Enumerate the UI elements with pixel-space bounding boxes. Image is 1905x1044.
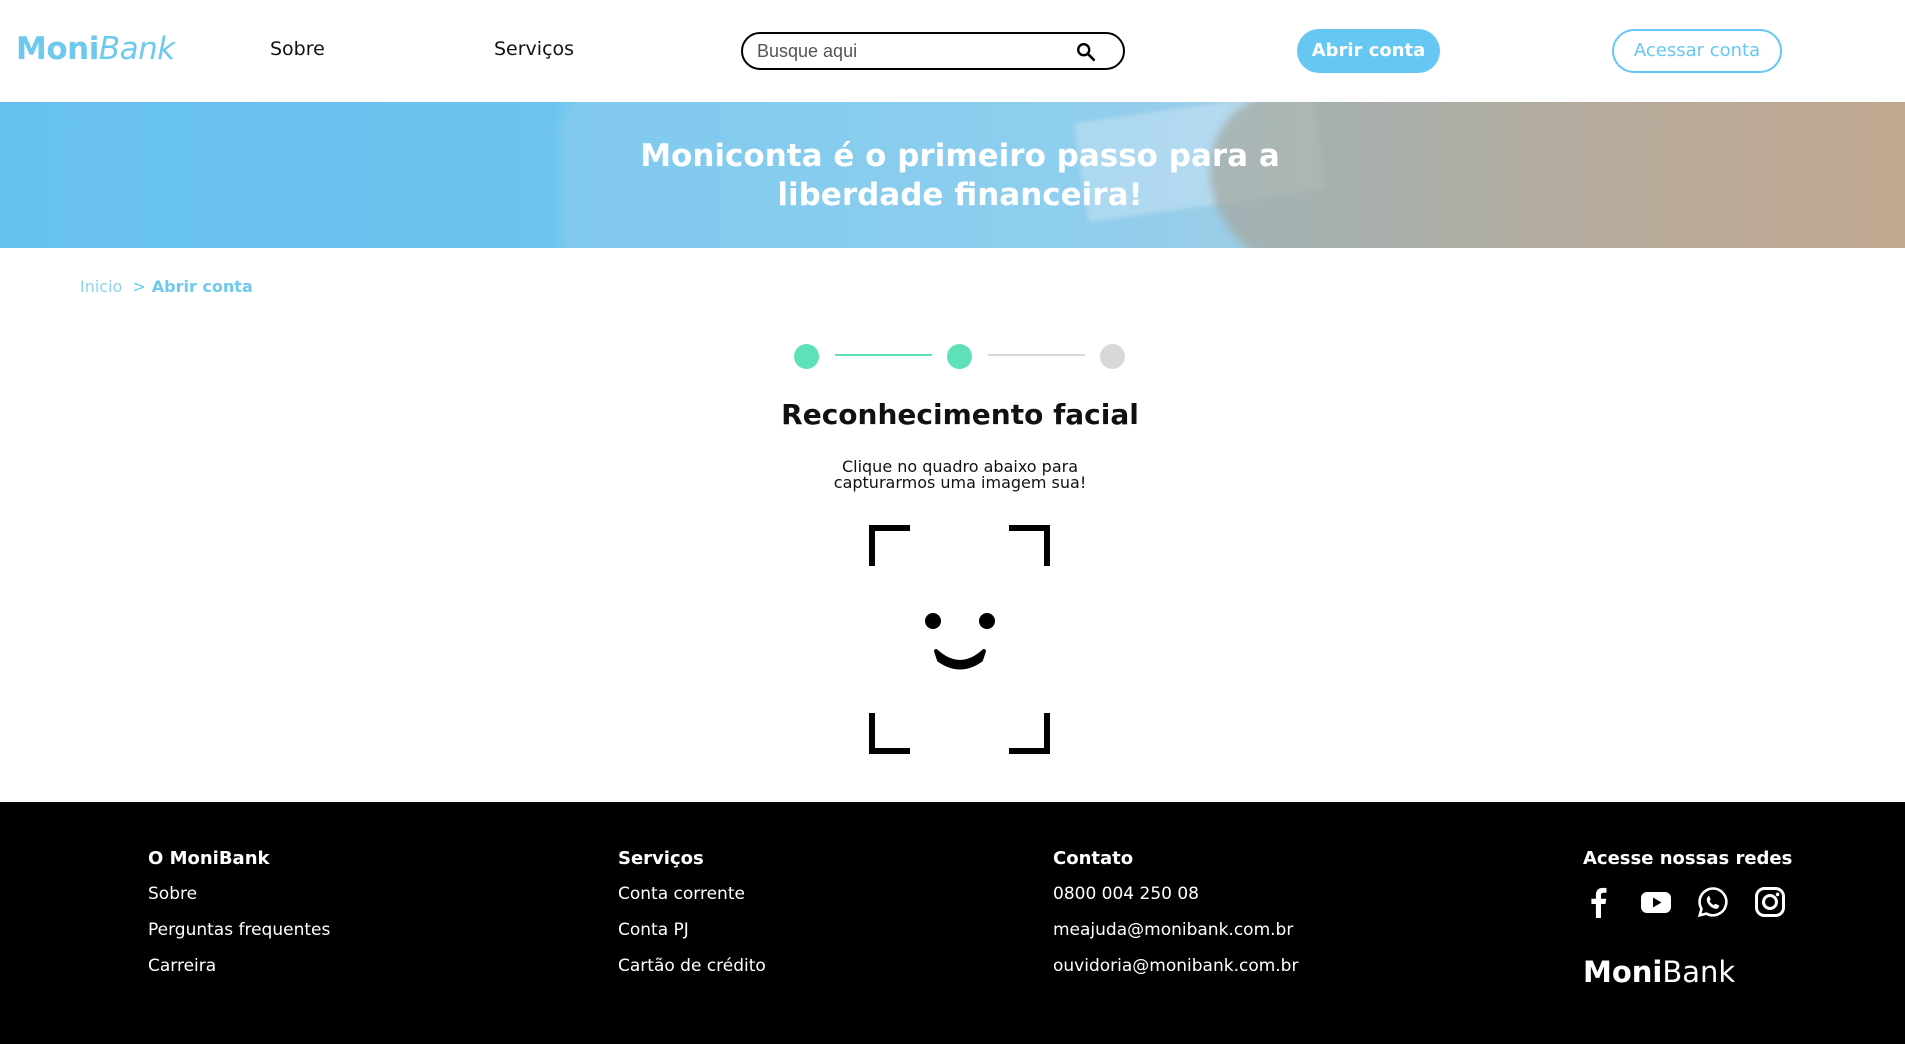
footer-column-monibank: O MoniBank Sobre Perguntas frequentes Ca… [148,848,330,991]
open-account-button[interactable]: Abrir conta [1297,29,1440,73]
footer-contact-ombudsman-email[interactable]: ouvidoria@monibank.com.br [1053,955,1298,977]
hero-banner: Moniconta é o primeiro passo para a libe… [0,102,1905,248]
breadcrumb: Inicio > Abrir conta [80,277,253,296]
instagram-icon[interactable] [1754,886,1786,918]
step-2-dot [947,344,972,369]
breadcrumb-separator: > [132,277,146,296]
footer-logo-part2: Bank [1662,955,1736,989]
search-input[interactable] [757,39,1077,63]
search-icon[interactable] [1075,41,1097,63]
site-header: MoniBank Sobre Serviços Abrir conta Aces… [0,0,1905,102]
step-connector-1 [835,354,932,356]
footer-link-cartao[interactable]: Cartão de crédito [618,955,766,977]
footer-heading: Serviços [618,848,704,869]
nav-link-servicos[interactable]: Serviços [494,38,574,60]
footer-link-conta-pj[interactable]: Conta PJ [618,919,766,941]
breadcrumb-current: Abrir conta [151,277,253,296]
facebook-icon[interactable] [1583,886,1615,918]
footer-logo-part1: Moni [1583,955,1663,989]
search-box [741,32,1125,70]
step-connector-2 [988,354,1085,356]
brand-logo[interactable]: MoniBank [16,31,175,67]
brand-logo-part1: Moni [16,31,99,67]
access-account-button[interactable]: Acessar conta [1612,29,1782,73]
instruction-line-2: capturarmos uma imagem sua! [833,473,1087,492]
capture-instruction: Clique no quadro abaixo para capturarmos… [760,459,1160,491]
footer-link-carreira[interactable]: Carreira [148,955,330,977]
footer-contact-help-email[interactable]: meajuda@monibank.com.br [1053,919,1298,941]
banner-title: Moniconta é o primeiro passo para a libe… [640,138,1280,213]
footer-link-sobre[interactable]: Sobre [148,883,330,905]
site-footer: O MoniBank Sobre Perguntas frequentes Ca… [0,802,1905,1044]
step-1-dot [794,344,819,369]
footer-heading: Acesse nossas redes [1583,848,1793,869]
footer-contact-phone[interactable]: 0800 004 250 08 [1053,883,1298,905]
face-capture-icon[interactable] [869,525,1050,754]
breadcrumb-home-link[interactable]: Inicio [80,277,122,296]
footer-column-social: Acesse nossas redes [1583,848,1792,883]
footer-column-contato: Contato 0800 004 250 08 meajuda@monibank… [1053,848,1298,991]
step-3-dot [1100,344,1125,369]
social-icons [1583,886,1811,918]
footer-link-faq[interactable]: Perguntas frequentes [148,919,330,941]
youtube-icon[interactable] [1640,886,1672,918]
footer-heading: O MoniBank [148,848,270,869]
page-title: Reconhecimento facial [781,398,1139,431]
whatsapp-icon[interactable] [1697,886,1729,918]
footer-column-servicos: Serviços Conta corrente Conta PJ Cartão … [618,848,766,991]
brand-logo-part2: Bank [98,31,175,67]
footer-link-conta-corrente[interactable]: Conta corrente [618,883,766,905]
footer-logo: MoniBank [1583,955,1735,989]
nav-link-sobre[interactable]: Sobre [270,38,325,60]
footer-heading: Contato [1053,848,1134,869]
